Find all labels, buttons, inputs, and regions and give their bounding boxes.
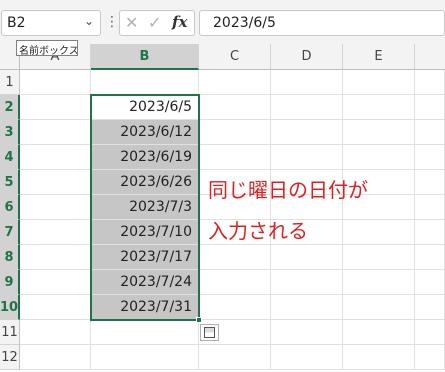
cell[interactable] (271, 270, 343, 295)
cell[interactable] (415, 145, 445, 170)
cell[interactable] (20, 95, 91, 120)
cell[interactable] (20, 145, 91, 170)
name-box-tooltip: 名前ボックス (16, 40, 78, 56)
confirm-icon[interactable]: ✓ (148, 13, 161, 32)
row-header[interactable]: 10 (0, 295, 20, 320)
row-header[interactable]: 8 (0, 245, 20, 270)
cell-b[interactable]: 2023/6/12 (91, 120, 199, 145)
cell[interactable] (20, 170, 91, 195)
column-header-f[interactable] (415, 44, 445, 70)
cell[interactable] (343, 320, 415, 345)
column-header-b[interactable]: B (91, 44, 199, 70)
row-header[interactable]: 3 (0, 120, 20, 145)
row-header[interactable]: 9 (0, 270, 20, 295)
cell[interactable] (343, 70, 415, 95)
cell[interactable] (199, 270, 271, 295)
cell[interactable] (343, 345, 415, 370)
cell-b[interactable] (91, 345, 199, 370)
cell[interactable] (20, 195, 91, 220)
cell[interactable] (199, 295, 271, 320)
cell[interactable] (20, 70, 91, 95)
cell[interactable] (199, 70, 271, 95)
cell[interactable] (415, 270, 445, 295)
cell[interactable] (20, 270, 91, 295)
cell-b[interactable]: 2023/6/5 (91, 95, 199, 120)
cell[interactable] (271, 95, 343, 120)
column-header-c[interactable]: C (199, 44, 271, 70)
cell[interactable] (415, 120, 445, 145)
cell[interactable] (415, 295, 445, 320)
cell[interactable] (20, 220, 91, 245)
row-header[interactable]: 5 (0, 170, 20, 195)
column-header-e[interactable]: E (343, 44, 415, 70)
annotation-line-1: 同じ曜日の日付が (208, 178, 368, 202)
cell[interactable] (199, 245, 271, 270)
cell[interactable] (271, 245, 343, 270)
cell-b[interactable]: 2023/7/17 (91, 245, 199, 270)
cell[interactable] (415, 220, 445, 245)
annotation-line-2: 入力される (208, 219, 308, 243)
row-header[interactable]: 6 (0, 195, 20, 220)
cell[interactable] (199, 345, 271, 370)
cell[interactable] (271, 145, 343, 170)
cell-b[interactable]: 2023/7/24 (91, 270, 199, 295)
cell[interactable] (343, 95, 415, 120)
cell[interactable] (415, 95, 445, 120)
cell-b[interactable]: 2023/7/3 (91, 195, 199, 220)
auto-fill-options-icon (204, 327, 215, 338)
cell-b[interactable] (91, 70, 199, 95)
cell[interactable] (343, 245, 415, 270)
cell-b[interactable]: 2023/6/26 (91, 170, 199, 195)
row-header[interactable]: 12 (0, 345, 20, 370)
cell-b[interactable] (91, 320, 199, 345)
row-header[interactable]: 7 (0, 220, 20, 245)
row-header[interactable]: 1 (0, 70, 20, 95)
cell[interactable] (415, 195, 445, 220)
cell-b[interactable]: 2023/6/19 (91, 145, 199, 170)
cell[interactable] (271, 70, 343, 95)
column-header-d[interactable]: D (271, 44, 343, 70)
cell-b[interactable]: 2023/7/31 (91, 295, 199, 320)
cell[interactable] (415, 245, 445, 270)
cell[interactable] (415, 345, 445, 370)
cell[interactable] (343, 270, 415, 295)
row-header[interactable]: 11 (0, 320, 20, 345)
cell[interactable] (20, 320, 91, 345)
cell[interactable] (415, 320, 445, 345)
cell[interactable] (20, 120, 91, 145)
cell[interactable] (271, 120, 343, 145)
cell[interactable] (415, 70, 445, 95)
row-header[interactable]: 2 (0, 95, 20, 120)
more-options-icon[interactable]: ⋮ (105, 14, 119, 30)
cell[interactable] (271, 345, 343, 370)
cancel-icon[interactable]: ✕ (125, 13, 138, 32)
cell[interactable] (271, 295, 343, 320)
cell[interactable] (343, 145, 415, 170)
fill-handle[interactable] (196, 317, 202, 323)
cell[interactable] (343, 120, 415, 145)
cell[interactable] (343, 295, 415, 320)
cell[interactable] (343, 220, 415, 245)
cell[interactable] (199, 145, 271, 170)
cell-b[interactable]: 2023/7/10 (91, 220, 199, 245)
cell[interactable] (415, 170, 445, 195)
cell[interactable] (20, 245, 91, 270)
cell[interactable] (20, 295, 91, 320)
row-header[interactable]: 4 (0, 145, 20, 170)
insert-function-icon[interactable]: fx (172, 13, 187, 31)
cell[interactable] (199, 120, 271, 145)
cell[interactable] (199, 95, 271, 120)
cell[interactable] (20, 345, 91, 370)
formula-input[interactable]: 2023/6/5 (199, 10, 445, 36)
cell[interactable] (271, 320, 343, 345)
chevron-down-icon[interactable]: ⌄ (84, 14, 94, 28)
